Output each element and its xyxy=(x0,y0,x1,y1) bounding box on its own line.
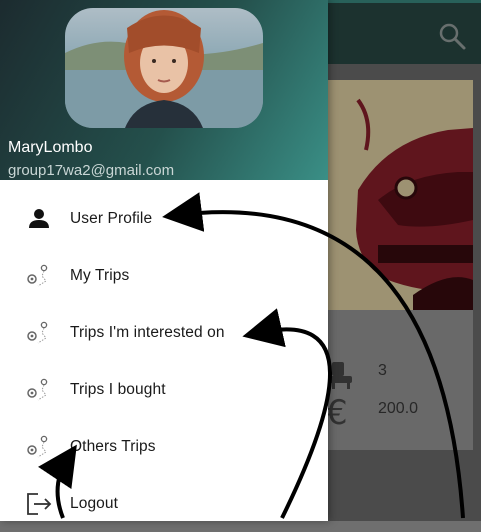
route-pin-icon xyxy=(27,378,48,400)
menu-item-logout[interactable]: Logout xyxy=(0,475,328,532)
logout-icon xyxy=(27,492,52,515)
menu-label-my-trips: My Trips xyxy=(70,266,130,284)
avatar[interactable] xyxy=(65,8,263,128)
person-icon xyxy=(29,208,49,228)
menu-label-user-profile: User Profile xyxy=(70,209,153,227)
menu-item-trips-interested[interactable]: Trips I'm interested on xyxy=(0,304,328,361)
route-pin-icon xyxy=(27,321,48,343)
profile-photo xyxy=(65,10,263,128)
menu-item-trips-bought[interactable]: Trips I bought xyxy=(0,361,328,418)
user-email: group17wa2@gmail.com xyxy=(8,162,175,179)
route-pin-icon xyxy=(27,435,48,457)
route-pin-icon xyxy=(27,264,48,286)
menu-item-user-profile[interactable]: User Profile xyxy=(0,190,328,247)
drawer-menu: User Profile My Trips Trips I'm interest… xyxy=(0,190,328,532)
user-name: MaryLombo xyxy=(8,139,93,156)
menu-item-my-trips[interactable]: My Trips xyxy=(0,247,328,304)
menu-label-trips-interested: Trips I'm interested on xyxy=(70,323,225,341)
menu-label-trips-bought: Trips I bought xyxy=(70,380,166,398)
menu-label-others-trips: Others Trips xyxy=(70,437,156,455)
drawer-header: MaryLombo group17wa2@gmail.com xyxy=(0,0,328,180)
menu-label-logout: Logout xyxy=(70,494,119,512)
menu-item-others-trips[interactable]: Others Trips xyxy=(0,418,328,475)
navigation-drawer: MaryLombo group17wa2@gmail.com User Prof… xyxy=(0,0,328,521)
